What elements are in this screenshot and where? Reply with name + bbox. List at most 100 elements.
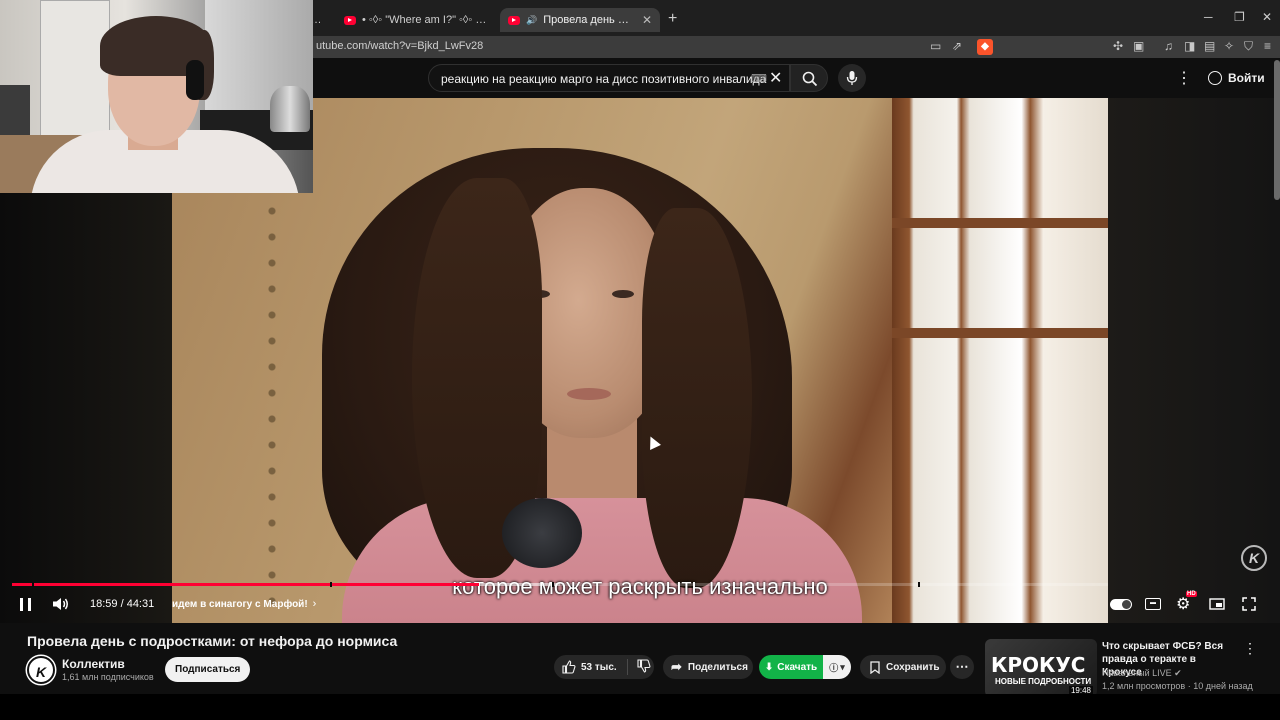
dislike-button[interactable] [637, 658, 651, 676]
youtube-favicon-icon [344, 15, 356, 25]
hair [642, 208, 752, 588]
media-icon[interactable]: ♫ [1164, 39, 1173, 53]
close-window-button[interactable]: ✕ [1262, 10, 1272, 24]
download-icon: ⬇ [764, 661, 774, 673]
volume-icon [53, 598, 68, 610]
window-frame [892, 328, 1108, 338]
save-button[interactable]: Сохранить [860, 655, 946, 679]
thumbnail-subheadline: НОВЫЕ ПОДРОБНОСТИ [995, 677, 1092, 686]
recommendation-channel[interactable]: Навальный LIVE ✔ [1102, 668, 1182, 679]
download-button[interactable]: ⬇ Скачать [759, 655, 823, 679]
sign-in-button[interactable]: Войти [1200, 65, 1273, 91]
subtitles-button[interactable]: ▬ [1145, 591, 1161, 617]
cast-icon[interactable]: ▭ [930, 39, 941, 53]
account-icon [1208, 71, 1222, 85]
channel-avatar[interactable]: K [27, 656, 55, 684]
thumbnail-headline: КРОКУС [991, 653, 1086, 677]
tab-close-icon[interactable]: ✕ [642, 13, 652, 27]
share-label: Поделиться [687, 661, 748, 673]
keyboard-icon[interactable]: ⌨ [751, 72, 767, 85]
screen: ler • ◦◊◦ "Where am I?" ◦◊◦ • a dreamco … [0, 0, 1280, 720]
recommendation-channel-name: Навальный LIVE [1102, 668, 1172, 678]
pause-icon [20, 597, 31, 611]
time-display-label: 18:59 / 44:31 [90, 598, 155, 610]
ambient-glow-left [0, 193, 172, 623]
youtube-favicon-icon [508, 15, 520, 25]
new-tab-button[interactable]: + [668, 10, 677, 28]
window-frame [892, 218, 1108, 228]
divider [626, 659, 628, 675]
thumbs-down-icon [637, 658, 651, 673]
chevron-down-icon: ▾ [840, 661, 845, 672]
fullscreen-icon [1242, 597, 1256, 611]
more-actions-button[interactable]: ⋯ [950, 655, 974, 679]
minimize-button[interactable]: ─ [1204, 10, 1213, 24]
settings-button[interactable]: ⚙ HD [1176, 591, 1197, 617]
taskbar-edge [0, 694, 1280, 720]
brave-shields-icon[interactable]: ◆ [977, 39, 993, 55]
pause-button[interactable] [20, 591, 31, 617]
subscribe-button[interactable]: Подписаться [165, 657, 251, 682]
search-button[interactable] [790, 64, 828, 92]
chevron-right-icon: › [312, 598, 317, 610]
leo-icon[interactable]: ✧ [1224, 39, 1234, 53]
tab-title: • ◦◊◦ "Where am I?" ◦◊◦ • a dreamco [362, 14, 488, 26]
webcam-overlay [0, 0, 313, 193]
sidebar-icon[interactable]: ◨ [1184, 39, 1195, 53]
vpn-icon[interactable]: ⛉ [1244, 39, 1253, 54]
restore-button[interactable]: ❐ [1234, 10, 1245, 24]
wallet-icon[interactable]: ▤ [1204, 39, 1215, 53]
thumbs-up-icon [562, 660, 576, 674]
miniplayer-button[interactable] [1209, 591, 1225, 617]
info-icon: ⓘ [829, 662, 839, 673]
browser-tab-active[interactable]: 🔊 Провела день с подростками ✕ [500, 8, 660, 32]
like-count: 53 тыс. [581, 661, 617, 673]
share-arrow-icon: ➦ [671, 659, 682, 674]
browser-tab[interactable]: • ◦◊◦ "Where am I?" ◦◊◦ • a dreamco [336, 8, 496, 32]
sign-in-label: Войти [1228, 71, 1265, 85]
subscriber-count: 1,61 млн подписчиков [62, 672, 154, 682]
search-input[interactable]: реакцию на реакцию марго на дисс позитив… [428, 64, 790, 92]
page-scrollbar[interactable] [1274, 60, 1280, 200]
toggle-icon [1110, 598, 1132, 610]
kettle [270, 86, 310, 132]
more-horizontal-icon: ⋯ [955, 659, 969, 674]
player-controls: 18:59 / 44:31 идем в синагогу с Марфой! … [0, 591, 1280, 621]
clear-search-icon[interactable]: ✕ [769, 68, 782, 88]
wall-ornament [257, 198, 287, 618]
chapter-marker [32, 582, 34, 587]
channel-watermark[interactable]: K [1241, 545, 1267, 571]
extensions-icon[interactable]: ✣ [1113, 39, 1123, 53]
window-background [892, 98, 1108, 623]
voice-search-button[interactable] [838, 64, 866, 92]
chapter-marker [330, 582, 332, 587]
mute-button[interactable] [52, 591, 70, 617]
eye [612, 290, 634, 298]
recommendation-menu-icon[interactable]: ⋮ [1243, 640, 1257, 657]
autoplay-toggle[interactable] [1110, 591, 1132, 617]
settings-more-icon[interactable]: ⋮ [1176, 68, 1192, 88]
share-button[interactable]: ➦ Поделиться [663, 655, 753, 679]
recommendation-thumbnail[interactable]: КРОКУС НОВЫЕ ПОДРОБНОСТИ 19:48 [985, 639, 1097, 697]
chapter-marker [552, 582, 554, 587]
download-info-button[interactable]: ⓘ ▾ [823, 655, 851, 679]
fullscreen-button[interactable] [1242, 591, 1256, 617]
time-display: 18:59 / 44:31 [90, 591, 154, 617]
subtitles-icon: ▬ [1145, 598, 1161, 610]
share-icon[interactable]: ⇗ [952, 39, 962, 53]
recommendation-meta: 1,2 млн просмотров · 10 дней назад [1102, 681, 1253, 691]
url-field[interactable]: utube.com/watch?v=Bjkd_LwFv28 [316, 40, 483, 52]
save-label: Сохранить [886, 661, 940, 673]
chapter-title-button[interactable]: идем в синагогу с Марфой! › [172, 591, 316, 617]
progress-played [12, 583, 480, 586]
bookmark-icon [870, 660, 880, 674]
tab-title: Провела день с подростками [543, 14, 630, 26]
hd-badge: HD [1186, 591, 1197, 597]
like-button[interactable]: 53 тыс. [562, 660, 617, 674]
progress-bar[interactable] [12, 582, 1108, 587]
screenshot-icon[interactable]: ▣ [1133, 39, 1144, 53]
channel-name[interactable]: Коллектив [62, 657, 125, 671]
headphones [186, 60, 204, 100]
download-group: ⬇ Скачать ⓘ ▾ [759, 655, 851, 679]
menu-icon[interactable]: ≡ [1264, 39, 1271, 53]
